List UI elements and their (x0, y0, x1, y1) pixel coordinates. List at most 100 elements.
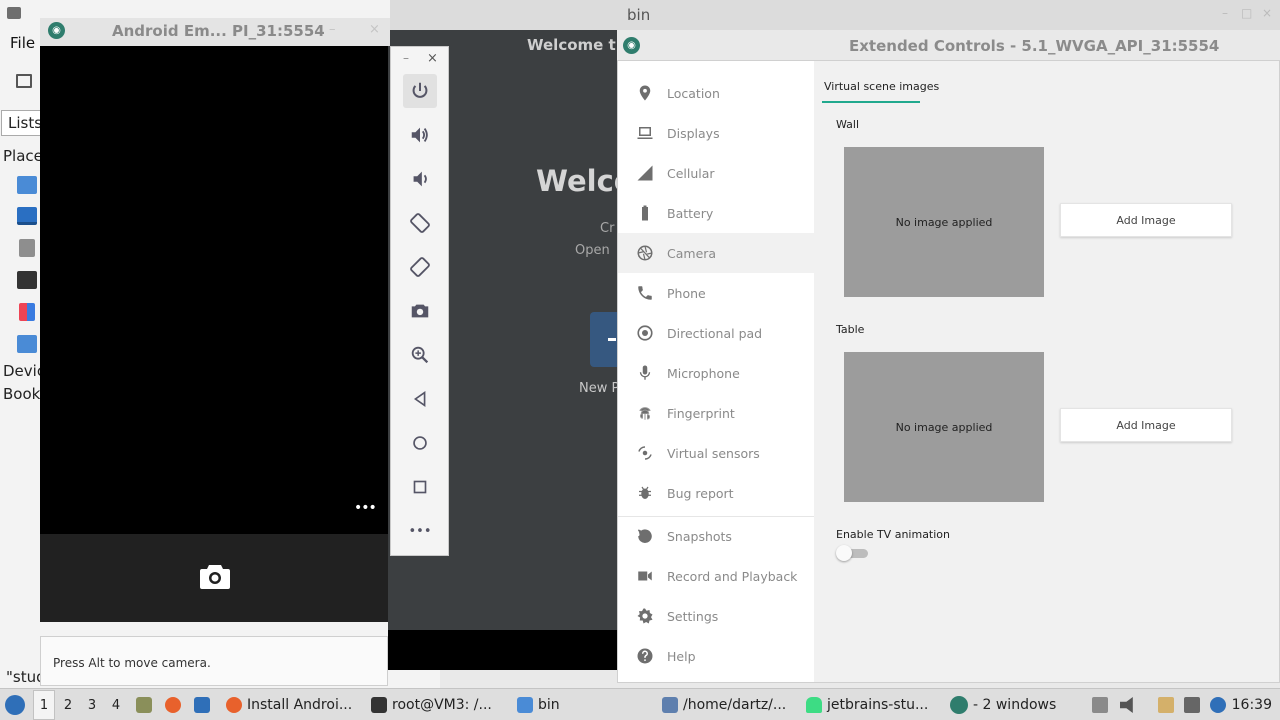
tray-clipboard[interactable] (1158, 689, 1174, 720)
start-menu-button[interactable] (5, 689, 27, 720)
emulator-close-icon[interactable]: × (369, 22, 380, 37)
nav-item-fingerprint[interactable]: Fingerprint (618, 393, 814, 433)
task-label: Install Androi... (247, 697, 353, 713)
nav-item-displays[interactable]: Displays (618, 113, 814, 153)
clock[interactable]: 16:39 (1232, 689, 1272, 720)
volume-up-icon[interactable] (403, 118, 437, 152)
nav-item-phone[interactable]: Phone (618, 273, 814, 313)
nav-item-location[interactable]: Location (618, 73, 814, 113)
task-terminal[interactable]: root@VM3: /... (371, 689, 492, 720)
workspace-2[interactable]: 2 (57, 689, 79, 720)
task-editor[interactable]: /home/dartz/... (662, 689, 786, 720)
table-add-image-button[interactable]: Add Image (1060, 408, 1232, 442)
nav-item-help[interactable]: Help (618, 636, 814, 676)
rotate-left-icon[interactable] (403, 206, 437, 240)
rotate-right-icon[interactable] (403, 250, 437, 284)
camera-shutter-icon[interactable] (200, 563, 230, 589)
more-icon[interactable]: ••• (403, 514, 437, 548)
phone-icon (635, 283, 655, 303)
computer-icon[interactable] (17, 271, 37, 289)
task-label: jetbrains-stu... (827, 697, 929, 713)
background-strip (388, 630, 620, 670)
firefox-icon (226, 697, 242, 713)
power-icon[interactable] (403, 74, 437, 108)
home-folder-icon[interactable] (17, 176, 37, 194)
minimize-icon[interactable]: – (1222, 6, 1228, 20)
folder-icon (517, 697, 533, 713)
files-launcher[interactable] (136, 689, 157, 720)
nav-item-camera[interactable]: Camera (618, 233, 814, 273)
nav-item-settings[interactable]: Settings (618, 596, 814, 636)
plus-icon (608, 338, 616, 341)
new-project-button[interactable] (590, 312, 620, 367)
desktop-icon[interactable] (17, 207, 37, 225)
nav-item-directional-pad[interactable]: Directional pad (618, 313, 814, 353)
table-label: Table (836, 323, 865, 336)
nav-item-battery[interactable]: Battery (618, 193, 814, 233)
apps-icon[interactable] (19, 303, 35, 321)
overview-icon[interactable] (403, 470, 437, 504)
tray-updates[interactable] (1210, 689, 1226, 720)
firefox-launcher[interactable] (165, 689, 186, 720)
camera-hint-text: Press Alt to move camera. (53, 656, 211, 670)
folder-icon (7, 7, 21, 19)
task-firefox[interactable]: Install Androi... (226, 689, 352, 720)
trash-icon[interactable] (19, 239, 35, 257)
nav-item-bug-report[interactable]: Bug report (618, 473, 814, 513)
nav-item-virtual-sensors[interactable]: Virtual sensors (618, 433, 814, 473)
tray-network[interactable] (1184, 689, 1200, 720)
nav-label: Phone (667, 285, 706, 301)
welcome-subtitle-1: Cr (600, 221, 615, 236)
tray-volume[interactable] (1120, 689, 1136, 720)
back-icon[interactable] (403, 382, 437, 416)
wall-add-image-button[interactable]: Add Image (1060, 203, 1232, 237)
task-jetbrains[interactable]: jetbrains-stu... (806, 689, 928, 720)
bin-window-titlebar[interactable] (390, 0, 1280, 30)
workspace-4[interactable]: 4 (105, 689, 127, 720)
task-emulator-group[interactable]: - 2 windows (950, 689, 1056, 720)
close-icon[interactable]: × (1262, 6, 1272, 20)
emulator-title: Android Em... PI_31:5554 (112, 22, 325, 40)
welcome-heading: Welco (536, 164, 620, 198)
lists-button[interactable]: Lists (1, 110, 41, 136)
new-window-icon[interactable] (16, 74, 32, 88)
toolbar-close-icon[interactable]: × (427, 51, 438, 66)
task-bin[interactable]: bin (517, 689, 560, 720)
nav-label: Settings (667, 608, 719, 624)
nav-item-record-and-playback[interactable]: Record and Playback (618, 556, 814, 596)
file-menu[interactable]: File (10, 34, 35, 52)
nav-item-cellular[interactable]: Cellular (618, 153, 814, 193)
workspace-3[interactable]: 3 (81, 689, 103, 720)
nav-label: Cellular (667, 165, 715, 181)
record-icon (635, 566, 655, 586)
emulator-minimize-icon[interactable]: – (329, 22, 336, 37)
extended-controls-window: Location Displays Cellular Battery Camer… (617, 60, 1280, 683)
toolbar-minimize-icon[interactable]: – (403, 51, 409, 65)
firefox-icon (165, 697, 181, 713)
emulator-screen[interactable] (40, 46, 388, 534)
network-folder-icon[interactable] (17, 335, 37, 353)
desktop-launcher[interactable] (194, 689, 215, 720)
volume-icon (1120, 697, 1133, 713)
zoom-icon[interactable] (403, 338, 437, 372)
bug-icon (635, 483, 655, 503)
home-icon[interactable] (403, 426, 437, 460)
tab-virtual-scene-images[interactable]: Virtual scene images (824, 80, 939, 93)
camera-more-icon[interactable]: ••• (354, 500, 377, 516)
extended-controls-title: Extended Controls - 5.1_WVGA_API_31:5554 (849, 37, 1220, 55)
new-project-label: New P (579, 381, 620, 396)
nav-label: Location (667, 85, 720, 101)
table-image-status: No image applied (895, 420, 993, 434)
virtual-sensors-icon (635, 443, 655, 463)
nav-item-microphone[interactable]: Microphone (618, 353, 814, 393)
volume-down-icon[interactable] (403, 162, 437, 196)
tray-eject[interactable] (1092, 689, 1108, 720)
screenshot-icon[interactable] (403, 294, 437, 328)
tv-animation-toggle[interactable] (836, 545, 870, 561)
workspace-1[interactable]: 1 (33, 690, 55, 720)
welcome-window-title: Welcome t (527, 36, 616, 54)
nav-item-snapshots[interactable]: Snapshots (618, 516, 814, 556)
android-icon (806, 697, 822, 713)
nav-label: Displays (667, 125, 720, 141)
maximize-icon[interactable]: □ (1241, 6, 1252, 20)
